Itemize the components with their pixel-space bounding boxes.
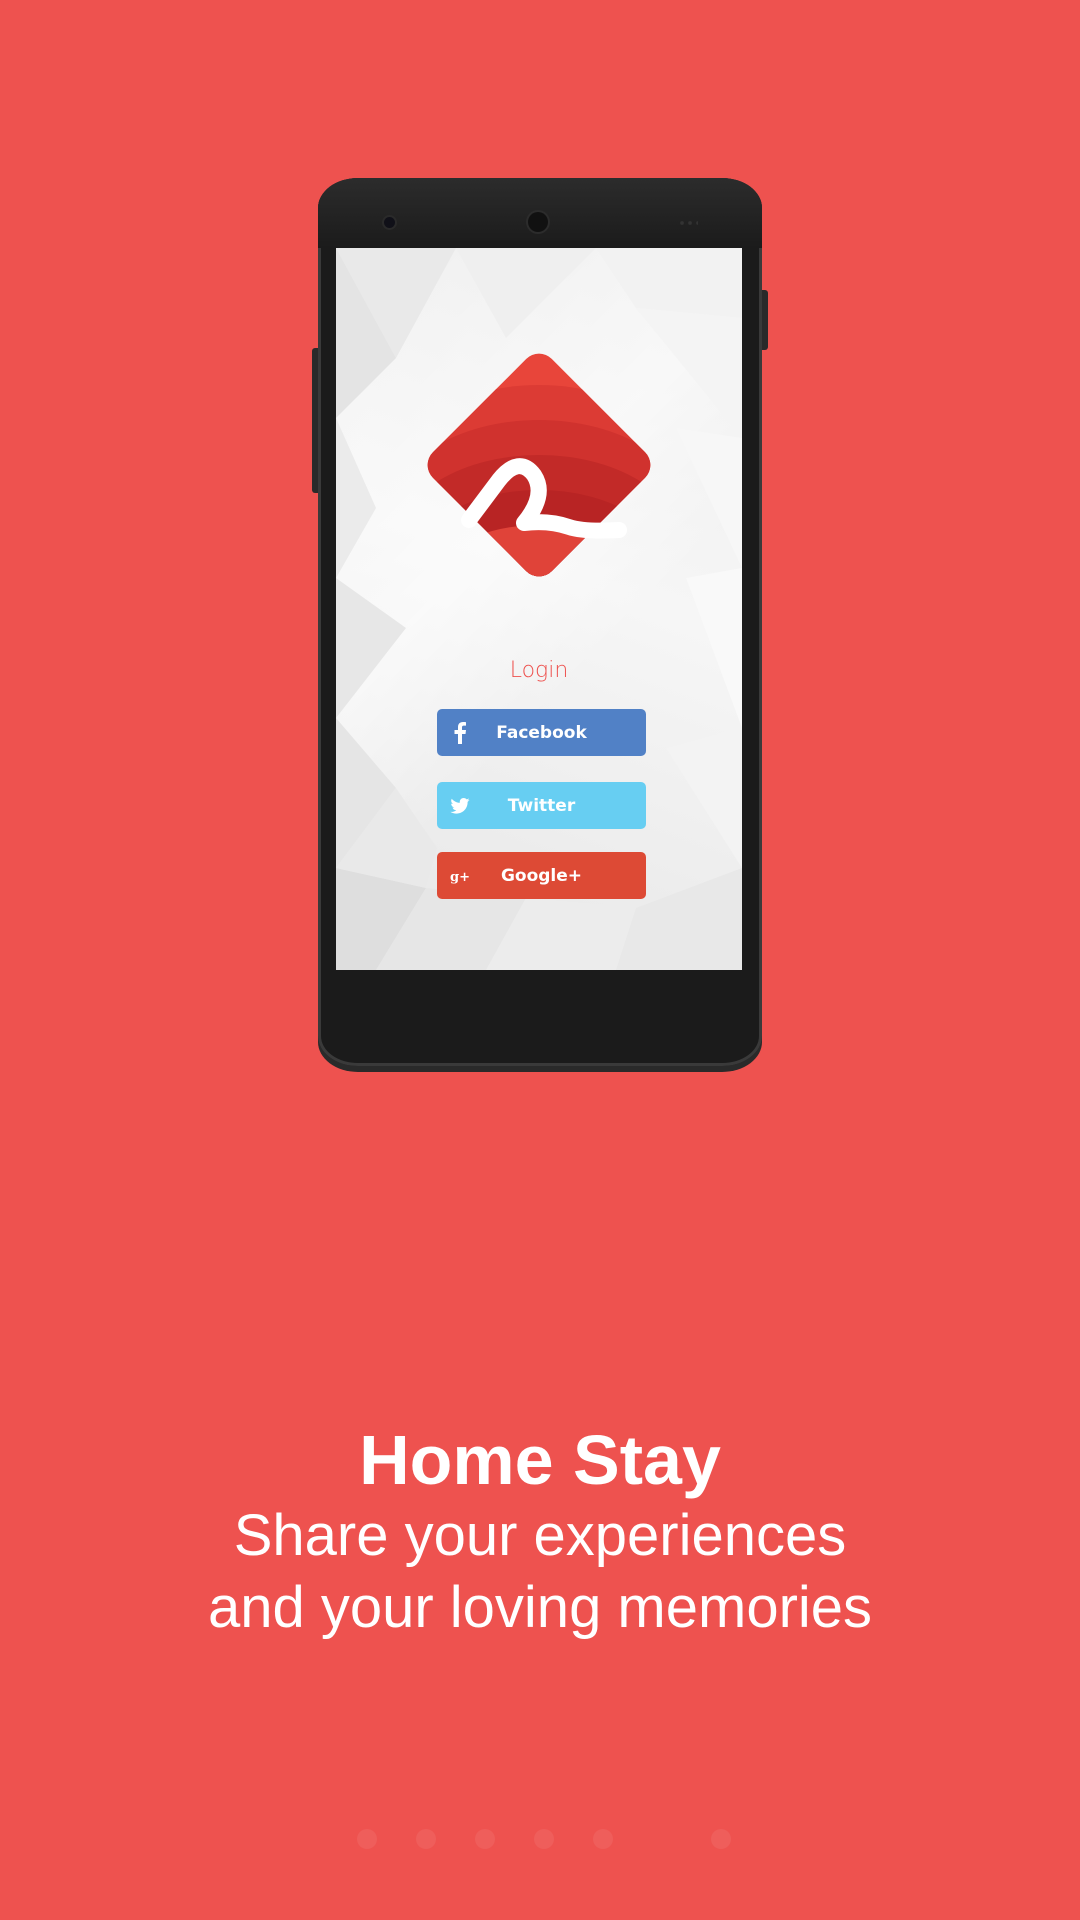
- page-dot-active[interactable]: [652, 1829, 672, 1849]
- facebook-icon: [449, 709, 471, 756]
- page-dot[interactable]: [416, 1829, 436, 1849]
- login-title: Login: [509, 658, 569, 683]
- google-plus-button-label: Google+: [500, 865, 583, 886]
- twitter-login-button[interactable]: Twitter: [437, 782, 646, 829]
- twitter-icon: [449, 782, 471, 829]
- facebook-button-label: Facebook: [496, 722, 587, 743]
- page-dot[interactable]: [357, 1829, 377, 1849]
- app-logo: [420, 346, 658, 584]
- volume-button: [312, 348, 318, 493]
- power-button: [762, 290, 768, 350]
- google-plus-login-button[interactable]: g+ Google+: [437, 852, 646, 899]
- google-plus-icon: g+: [449, 852, 471, 899]
- page-indicator[interactable]: [0, 1827, 1080, 1851]
- facebook-login-button[interactable]: Facebook: [437, 709, 646, 756]
- tagline-line-2: and your loving memories: [207, 1575, 873, 1640]
- app-title: Home Stay: [359, 1421, 721, 1499]
- page-dot[interactable]: [475, 1829, 495, 1849]
- front-camera: [384, 217, 395, 228]
- twitter-button-label: Twitter: [507, 795, 576, 816]
- tagline-line-1: Share your experiences: [233, 1503, 847, 1568]
- earpiece-speaker: [528, 212, 548, 232]
- page-dot[interactable]: [534, 1829, 554, 1849]
- page-dot[interactable]: [593, 1829, 613, 1849]
- svg-text:g+: g+: [450, 870, 470, 884]
- proximity-sensor: [678, 221, 698, 225]
- phone-screen: Login Facebook Twitter g+ Google+: [336, 248, 742, 970]
- page-dot[interactable]: [711, 1829, 731, 1849]
